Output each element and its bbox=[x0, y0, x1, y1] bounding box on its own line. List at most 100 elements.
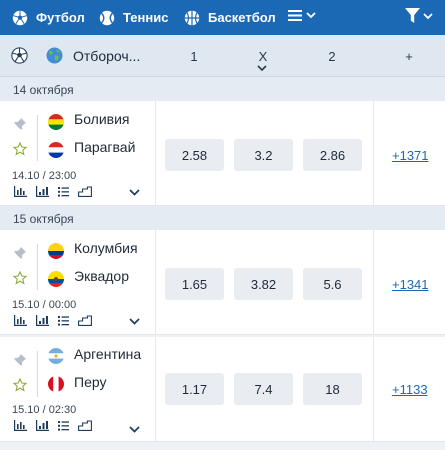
statistics-icon[interactable] bbox=[14, 186, 27, 197]
column-head-2: 2 bbox=[328, 49, 336, 64]
chevron-down-icon bbox=[306, 12, 316, 19]
divider bbox=[37, 351, 38, 397]
chevron-down-icon[interactable] bbox=[129, 318, 140, 325]
match-datetime: 15.10 / 00:00 bbox=[12, 299, 77, 311]
odd-value: 3.82 bbox=[250, 276, 277, 292]
odd-value: 18 bbox=[325, 381, 340, 397]
filter-button[interactable] bbox=[405, 8, 433, 24]
star-icon[interactable] bbox=[13, 142, 27, 156]
divider bbox=[37, 115, 38, 161]
date-group-header: 14 октября bbox=[0, 77, 445, 101]
column-head-x[interactable]: X bbox=[248, 49, 278, 64]
odd-value: 1.65 bbox=[181, 276, 208, 292]
match-row: Боливия Парагвай 14.10 / 23:00 2.58 3.2 … bbox=[0, 101, 445, 206]
sport-tab-football[interactable]: Футбол bbox=[12, 0, 85, 35]
tennis-ball-icon bbox=[99, 10, 115, 25]
odd-value: 1.17 bbox=[181, 381, 208, 397]
team-1-name: Аргентина bbox=[74, 346, 142, 362]
divider bbox=[373, 337, 374, 441]
odd-button-2[interactable]: 5.6 bbox=[303, 268, 362, 300]
star-icon[interactable] bbox=[13, 271, 27, 285]
divider bbox=[155, 337, 156, 441]
chevron-down-icon[interactable] bbox=[129, 189, 140, 196]
column-head-1: 1 bbox=[190, 49, 198, 64]
bar-chart-icon[interactable] bbox=[36, 186, 49, 197]
odd-button-x[interactable]: 7.4 bbox=[234, 373, 293, 405]
odd-button-2[interactable]: 2.86 bbox=[303, 139, 362, 171]
bar-chart-icon[interactable] bbox=[36, 420, 49, 431]
standings-icon[interactable] bbox=[78, 315, 92, 326]
menu-icon bbox=[288, 10, 302, 21]
odd-button-1[interactable]: 2.58 bbox=[165, 139, 224, 171]
match-stat-icons bbox=[14, 315, 92, 326]
date-label: 15 октября bbox=[13, 212, 74, 226]
match-stat-icons bbox=[14, 186, 92, 197]
column-head-more: + bbox=[405, 49, 413, 64]
more-bets-link[interactable]: +1341 bbox=[392, 277, 429, 292]
date-group-header: 15 октября bbox=[0, 206, 445, 230]
match-stat-icons bbox=[14, 420, 92, 431]
ecuador-flag-icon bbox=[48, 271, 64, 287]
bolivia-flag-icon bbox=[48, 114, 64, 130]
match-datetime: 15.10 / 02:30 bbox=[12, 404, 77, 416]
match-row: Колумбия Эквадор 15.10 / 00:00 1.65 3.82… bbox=[0, 230, 445, 335]
bar-chart-icon[interactable] bbox=[36, 315, 49, 326]
chevron-down-icon[interactable] bbox=[257, 65, 267, 72]
divider bbox=[373, 230, 374, 334]
odd-value: 3.2 bbox=[254, 147, 273, 163]
globe-icon bbox=[46, 47, 63, 64]
football-icon bbox=[11, 47, 28, 64]
list-icon[interactable] bbox=[58, 420, 69, 431]
date-label: 14 октября bbox=[13, 83, 74, 97]
colombia-flag-icon bbox=[48, 243, 64, 259]
team-2-name: Перу bbox=[74, 374, 107, 390]
sport-tab-label: Баскетбол bbox=[208, 10, 276, 25]
team-2-name: Эквадор bbox=[74, 268, 129, 284]
sports-bar: Футбол Теннис Баскетбол bbox=[0, 0, 445, 35]
pin-icon[interactable] bbox=[13, 353, 27, 367]
odd-button-x[interactable]: 3.82 bbox=[234, 268, 293, 300]
list-icon[interactable] bbox=[58, 186, 69, 197]
standings-icon[interactable] bbox=[78, 186, 92, 197]
statistics-icon[interactable] bbox=[14, 315, 27, 326]
more-sports-menu[interactable] bbox=[288, 9, 316, 22]
team-2-name: Парагвай bbox=[74, 139, 136, 155]
chevron-down-icon bbox=[423, 12, 433, 19]
pin-icon[interactable] bbox=[13, 246, 27, 260]
chevron-down-icon[interactable] bbox=[129, 426, 140, 433]
more-bets-link[interactable]: +1133 bbox=[392, 382, 428, 397]
divider bbox=[155, 230, 156, 334]
team-1-name: Боливия bbox=[74, 111, 130, 127]
basketball-icon bbox=[184, 10, 200, 25]
divider bbox=[155, 101, 156, 205]
peru-flag-icon bbox=[48, 376, 64, 392]
filter-icon bbox=[405, 8, 420, 23]
standings-icon[interactable] bbox=[78, 420, 92, 431]
championship-name[interactable]: Отбороч... bbox=[73, 48, 140, 64]
sport-tab-label: Футбол bbox=[36, 10, 85, 25]
odd-value: 2.58 bbox=[181, 147, 208, 163]
divider bbox=[37, 244, 38, 290]
divider bbox=[373, 101, 374, 205]
odd-button-1[interactable]: 1.17 bbox=[165, 373, 224, 405]
list-icon[interactable] bbox=[58, 315, 69, 326]
odd-value: 7.4 bbox=[254, 381, 273, 397]
sport-tab-tennis[interactable]: Теннис bbox=[99, 0, 168, 35]
more-bets-link[interactable]: +1371 bbox=[392, 148, 429, 163]
championship-header: Отбороч... 1 X 2 + bbox=[0, 35, 445, 77]
match-row: Аргентина Перу 15.10 / 02:30 1.17 7.4 18… bbox=[0, 337, 445, 442]
odd-button-1[interactable]: 1.65 bbox=[165, 268, 224, 300]
star-icon[interactable] bbox=[13, 378, 27, 392]
pin-icon[interactable] bbox=[13, 117, 27, 131]
football-icon bbox=[12, 10, 28, 25]
sport-tab-label: Теннис bbox=[123, 10, 169, 25]
odd-button-2[interactable]: 18 bbox=[303, 373, 362, 405]
odd-value: 2.86 bbox=[319, 147, 346, 163]
paraguay-flag-icon bbox=[48, 142, 64, 158]
team-1-name: Колумбия bbox=[74, 240, 138, 256]
sport-tab-basketball[interactable]: Баскетбол bbox=[184, 0, 276, 35]
statistics-icon[interactable] bbox=[14, 420, 27, 431]
odd-value: 5.6 bbox=[323, 276, 342, 292]
odd-button-x[interactable]: 3.2 bbox=[234, 139, 293, 171]
match-datetime: 14.10 / 23:00 bbox=[12, 170, 77, 182]
